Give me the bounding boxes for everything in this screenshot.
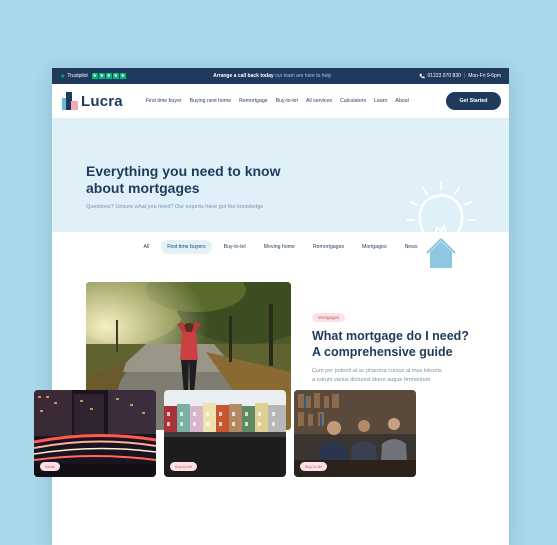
hero-title: Everything you need to know about mortga… bbox=[86, 163, 296, 197]
opening-hours: Mon-Fri 9-6pm bbox=[468, 73, 501, 79]
phone-number[interactable]: 01223 970 830 bbox=[428, 73, 461, 79]
featured-category-badge[interactable]: Mortgages bbox=[312, 313, 346, 322]
article-card[interactable]: Buy-to-let bbox=[294, 390, 416, 477]
filter-mortgages[interactable]: Mortgages bbox=[356, 240, 393, 254]
contact-info: 01223 970 830 | Mon-Fri 9-6pm bbox=[419, 73, 501, 79]
nav-menu: First time buyer Buying next home Remort… bbox=[146, 98, 409, 104]
featured-article-title[interactable]: What mortgage do I need? A comprehensive… bbox=[312, 329, 492, 360]
filter-first-time-buyers[interactable]: First time buyers bbox=[161, 240, 212, 254]
trustpilot-rating[interactable]: ★ Trustpilot ★ ★ ★ ★ ★ bbox=[60, 73, 126, 80]
rating-stars: ★ ★ ★ ★ ★ bbox=[91, 73, 126, 79]
filter-remortgages[interactable]: Remortgages bbox=[307, 240, 350, 254]
featured-title-line2: A comprehensive guide bbox=[312, 344, 453, 359]
phone-icon bbox=[419, 73, 425, 79]
nav-item-about[interactable]: About bbox=[395, 98, 409, 104]
contact-separator: | bbox=[463, 73, 466, 79]
logo-mark-icon bbox=[62, 92, 78, 110]
star-icon: ★ bbox=[91, 73, 98, 79]
get-started-button[interactable]: Get Started bbox=[446, 92, 501, 110]
main-navigation: Lucra First time buyer Buying next home … bbox=[52, 84, 509, 118]
filter-all[interactable]: All bbox=[137, 240, 155, 254]
article-card[interactable]: Buy-to-let bbox=[164, 390, 286, 477]
trustpilot-star-icon: ★ bbox=[60, 73, 66, 80]
hero-title-line2: about mortgages bbox=[86, 180, 200, 196]
callback-rest: our team are here to help bbox=[275, 73, 332, 79]
article-card[interactable]: News bbox=[34, 390, 156, 477]
trustpilot-label: Trustpilot bbox=[67, 73, 88, 79]
hero-section: Everything you need to know about mortga… bbox=[52, 118, 509, 268]
featured-article-text: Mortgages What mortgage do I need? A com… bbox=[312, 306, 492, 385]
hero-title-line1: Everything you need to know bbox=[86, 163, 281, 179]
star-icon: ★ bbox=[105, 73, 112, 79]
article-cards-row: News Buy-to-let Buy-to-let bbox=[34, 390, 416, 477]
callback-message[interactable]: Arrange a call back today our team are h… bbox=[126, 73, 419, 79]
top-announcement-bar: ★ Trustpilot ★ ★ ★ ★ ★ Arrange a call back t… bbox=[52, 68, 509, 84]
nav-item-buying-next-home[interactable]: Buying next home bbox=[190, 98, 232, 104]
card-category-badge[interactable]: News bbox=[40, 462, 61, 471]
nav-item-buy-to-let[interactable]: Buy-to-let bbox=[276, 98, 298, 104]
nav-item-all-services[interactable]: All services bbox=[306, 98, 332, 104]
nav-item-first-time-buyer[interactable]: First time buyer bbox=[146, 98, 182, 104]
lucra-logo[interactable]: Lucra bbox=[62, 92, 123, 110]
logo-text: Lucra bbox=[81, 92, 123, 110]
nav-item-calculators[interactable]: Calculators bbox=[340, 98, 366, 104]
nav-item-learn[interactable]: Learn bbox=[374, 98, 387, 104]
nav-item-remortgage[interactable]: Remortgage bbox=[239, 98, 268, 104]
callback-bold: Arrange a call back today bbox=[213, 73, 274, 79]
featured-article-excerpt: Cum per potenti at ac pharetra cursus at… bbox=[312, 367, 492, 385]
filter-moving-home[interactable]: Moving home bbox=[258, 240, 301, 254]
star-icon: ★ bbox=[98, 73, 105, 79]
excerpt-line1: Cum per potenti at ac pharetra cursus at… bbox=[312, 368, 442, 374]
card-category-badge[interactable]: Buy-to-let bbox=[170, 462, 198, 471]
featured-title-line1: What mortgage do I need? bbox=[312, 329, 469, 343]
lightbulb-house-illustration bbox=[406, 181, 476, 268]
excerpt-line2: a rutrum varius dictumst libero augue fe… bbox=[312, 377, 431, 383]
star-icon: ★ bbox=[112, 73, 119, 79]
card-category-badge[interactable]: Buy-to-let bbox=[300, 462, 328, 471]
filter-buy-to-let[interactable]: Buy-to-let bbox=[218, 240, 252, 254]
